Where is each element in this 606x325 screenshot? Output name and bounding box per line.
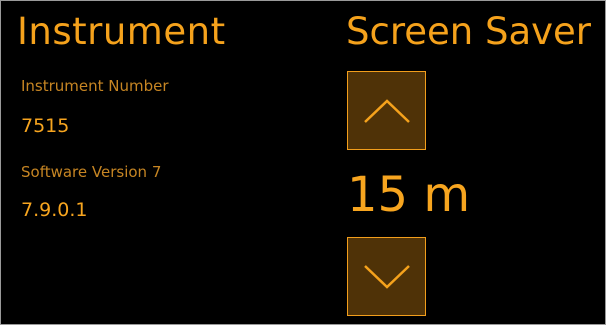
software-version-label: Software Version 7 [21, 163, 162, 181]
screen-saver-title: Screen Saver [346, 10, 591, 53]
settings-screen: Instrument Instrument Number 7515 Softwa… [0, 0, 606, 325]
software-version-value: 7.9.0.1 [21, 199, 88, 221]
screen-saver-increase-button[interactable] [347, 71, 426, 150]
chevron-down-icon [363, 264, 410, 289]
instrument-number-label: Instrument Number [21, 77, 169, 95]
screen-saver-value: 15 m [347, 167, 471, 223]
instrument-title: Instrument [17, 10, 226, 53]
instrument-number-value: 7515 [21, 115, 70, 137]
chevron-up-icon [363, 98, 410, 123]
screen-saver-decrease-button[interactable] [347, 237, 426, 316]
